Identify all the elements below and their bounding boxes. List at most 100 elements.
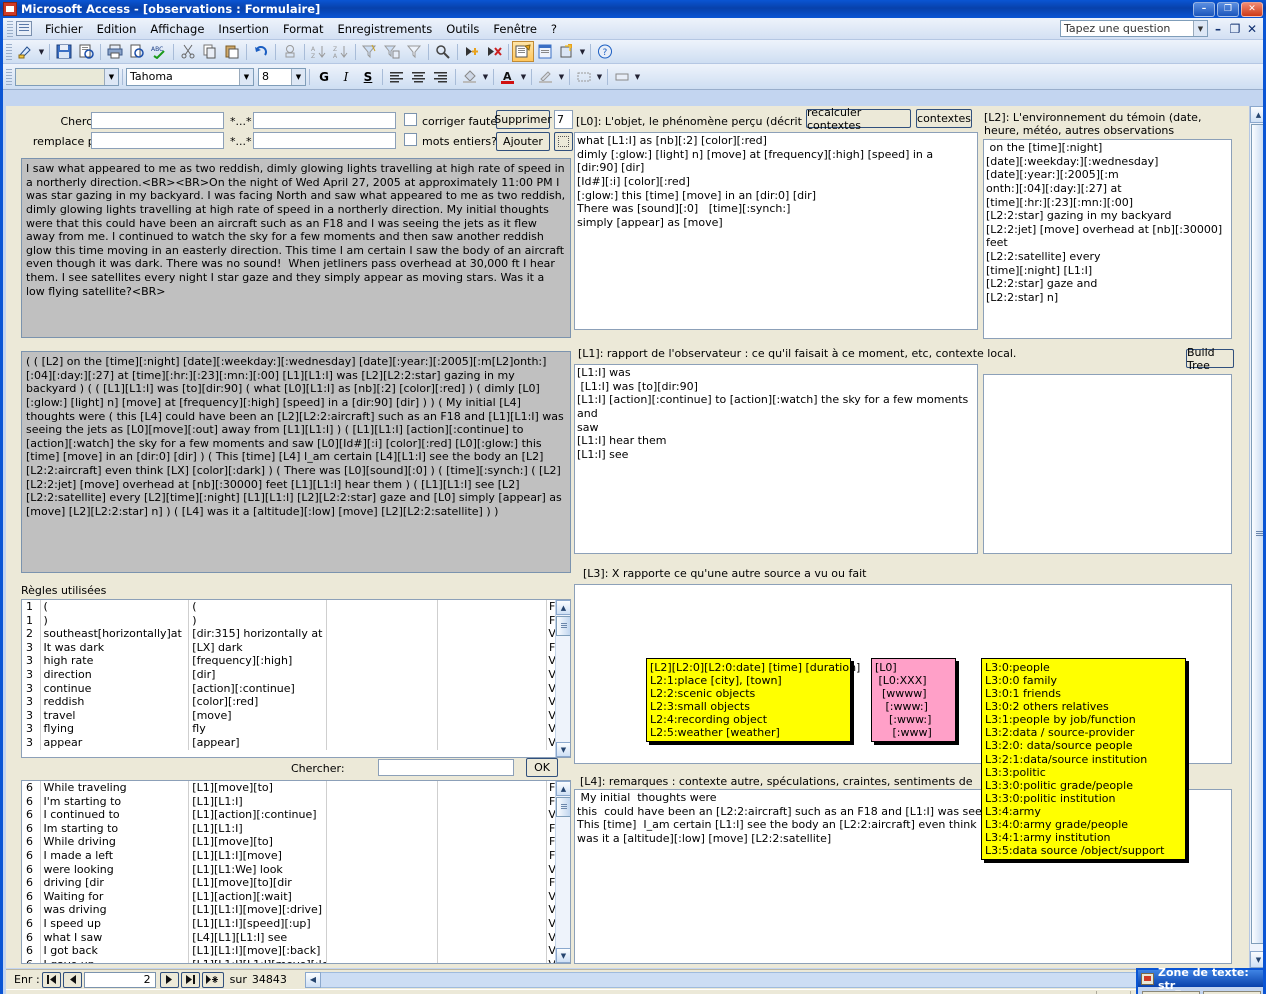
- line-width-dropdown-icon[interactable]: ▼: [595, 73, 604, 81]
- line-color-dropdown-icon[interactable]: ▼: [557, 73, 566, 81]
- paste-icon[interactable]: [221, 41, 243, 62]
- menu-fenetre[interactable]: Fenêtre: [486, 20, 543, 38]
- table-row[interactable]: 3reddish[color][:red]VF: [22, 695, 570, 709]
- close-button[interactable]: ✕: [1241, 2, 1263, 17]
- scroll-up-icon[interactable]: ▲: [1250, 106, 1266, 123]
- l1-text-box[interactable]: [L1:I] was [L1:I] was [to][dir:90] [L1:I…: [574, 364, 978, 554]
- rules-grid[interactable]: 1((FV1))FV2southeast[horizontally]at[dir…: [21, 599, 571, 758]
- doc-restore-button[interactable]: ❐: [1228, 22, 1242, 36]
- fill-color-dropdown-icon[interactable]: ▼: [481, 73, 490, 81]
- table-row[interactable]: 1((FV: [22, 600, 570, 614]
- object-select-combo[interactable]: ▼: [15, 68, 119, 86]
- table-row[interactable]: 6were looking[L1][L1:We] lookVF: [22, 863, 570, 877]
- copy-icon[interactable]: [199, 41, 221, 62]
- chevron-down-icon[interactable]: ▼: [104, 69, 118, 85]
- remplace-input-2[interactable]: [253, 132, 396, 149]
- scroll-left-icon[interactable]: ◀: [305, 972, 321, 988]
- ask-question-box[interactable]: Tapez une question ▼: [1060, 20, 1208, 37]
- minimize-button[interactable]: –: [1193, 2, 1215, 17]
- scroll-down-icon[interactable]: ▼: [556, 948, 571, 963]
- table-row[interactable]: 3It was dark[LX] darkFF: [22, 641, 570, 655]
- parsed-text-box[interactable]: ( ( [L2] on the [time][:night] [date][:w…: [21, 351, 571, 573]
- current-record-input[interactable]: 2: [84, 972, 156, 988]
- apply-filter-icon[interactable]: [403, 41, 425, 62]
- menu-insertion[interactable]: Insertion: [211, 20, 276, 38]
- table-row[interactable]: 6I'm starting to[L1][L1:I]FF: [22, 795, 570, 809]
- bold-button[interactable]: G: [313, 67, 335, 87]
- cut-icon[interactable]: [177, 41, 199, 62]
- build-tree-button[interactable]: Build Tree: [1186, 349, 1234, 368]
- menu-outils[interactable]: Outils: [439, 20, 486, 38]
- form-horizontal-scrollbar[interactable]: ◀: [305, 972, 1266, 988]
- align-center-icon[interactable]: [408, 67, 430, 87]
- restore-button[interactable]: ❐: [1217, 2, 1239, 17]
- corriger-fautes-checkbox[interactable]: [404, 113, 417, 126]
- database-window-icon[interactable]: [534, 41, 556, 62]
- next-record-button[interactable]: [160, 972, 179, 988]
- font-color-dropdown-icon[interactable]: ▼: [519, 73, 528, 81]
- table-row[interactable]: 1))FV: [22, 614, 570, 628]
- new-object-dropdown-icon[interactable]: ▼: [578, 48, 587, 56]
- font-size-combo[interactable]: 8 ▼: [258, 68, 306, 86]
- table-row[interactable]: 6I speed up[L1][L1:I][speed][:up]VF: [22, 917, 570, 931]
- chevron-down-icon[interactable]: ▼: [1193, 21, 1207, 36]
- print-preview-icon[interactable]: [75, 41, 97, 62]
- table-row[interactable]: 6While traveling[L1][move][to]FF: [22, 781, 570, 795]
- new-record-icon[interactable]: [461, 41, 483, 62]
- scroll-thumb[interactable]: [1251, 124, 1266, 944]
- table-row[interactable]: 6was driving[L1][L1:I][move][:drive]VF: [22, 903, 570, 917]
- chercher-input[interactable]: [378, 759, 514, 776]
- ajouter-button[interactable]: Ajouter: [496, 132, 550, 151]
- table-row[interactable]: 6Im starting to[L1][L1:I]FF: [22, 822, 570, 836]
- font-color-icon[interactable]: A: [497, 67, 519, 87]
- form-vertical-scrollbar[interactable]: ▲ ▼: [1249, 106, 1266, 968]
- print-icon[interactable]: [104, 41, 126, 62]
- menu-format[interactable]: Format: [276, 20, 331, 38]
- mots-entiers-checkbox[interactable]: [404, 133, 417, 146]
- special-effect-dropdown-icon[interactable]: ▼: [633, 73, 642, 81]
- italic-button[interactable]: I: [335, 67, 357, 87]
- scroll-thumb[interactable]: [556, 797, 571, 817]
- count-field[interactable]: 7: [554, 110, 573, 129]
- table-row[interactable]: 3travel[move]VF: [22, 709, 570, 723]
- scroll-down-icon[interactable]: ▼: [556, 742, 571, 757]
- format-toolbar-grip-handle[interactable]: [6, 69, 12, 85]
- delete-record-icon[interactable]: [483, 41, 505, 62]
- source-text-box[interactable]: I saw what appeared to me as two reddish…: [21, 158, 571, 338]
- insert-hyperlink-icon[interactable]: [279, 41, 301, 62]
- table-row[interactable]: 6I got back[L1][L1:I][move][:back]VF: [22, 944, 570, 958]
- menu-edition[interactable]: Edition: [90, 20, 144, 38]
- find-icon[interactable]: [432, 41, 454, 62]
- last-record-button[interactable]: [181, 972, 200, 988]
- l2-text-box[interactable]: on the [time][:night] [date][:weekday:][…: [983, 139, 1232, 339]
- toolbar-grip-handle[interactable]: [6, 44, 12, 60]
- menu-fichier[interactable]: Fichier: [38, 20, 90, 38]
- fill-color-icon[interactable]: [459, 67, 481, 87]
- scroll-thumb[interactable]: [556, 616, 571, 636]
- table-row[interactable]: 3appear[appear]VF: [22, 736, 570, 750]
- builder-button[interactable]: [554, 132, 573, 151]
- print-preview2-icon[interactable]: [126, 41, 148, 62]
- previous-record-button[interactable]: [63, 972, 82, 988]
- recalculer-contextes-button[interactable]: recalculer contextes: [806, 109, 911, 128]
- help-icon[interactable]: ?: [594, 41, 616, 62]
- new-object-icon[interactable]: [556, 41, 578, 62]
- scroll-track[interactable]: [321, 972, 1266, 988]
- menu-enregistrements[interactable]: Enregistrements: [330, 20, 439, 38]
- doc-close-button[interactable]: ✕: [1245, 22, 1259, 36]
- rules2-grid[interactable]: 6While traveling[L1][move][to]FF6I'm sta…: [21, 780, 571, 964]
- special-effect-icon[interactable]: [611, 67, 633, 87]
- properties-icon[interactable]: [512, 41, 534, 62]
- new-record-button[interactable]: [202, 972, 224, 988]
- table-row[interactable]: 3flyingflyVF: [22, 722, 570, 736]
- table-row[interactable]: 6I made a left[L1][L1:I][move]FF: [22, 849, 570, 863]
- font-name-combo[interactable]: Tahoma ▼: [126, 68, 254, 86]
- line-width-icon[interactable]: [573, 67, 595, 87]
- rules2-grid-scrollbar[interactable]: ▲ ▼: [555, 781, 570, 963]
- view-dropdown-icon[interactable]: ▼: [37, 48, 46, 56]
- underline-button[interactable]: S: [357, 67, 379, 87]
- chevron-down-icon[interactable]: ▼: [291, 69, 305, 85]
- sort-ascending-icon[interactable]: AZ: [308, 41, 330, 62]
- line-color-icon[interactable]: [535, 67, 557, 87]
- ok-button[interactable]: OK: [526, 758, 558, 777]
